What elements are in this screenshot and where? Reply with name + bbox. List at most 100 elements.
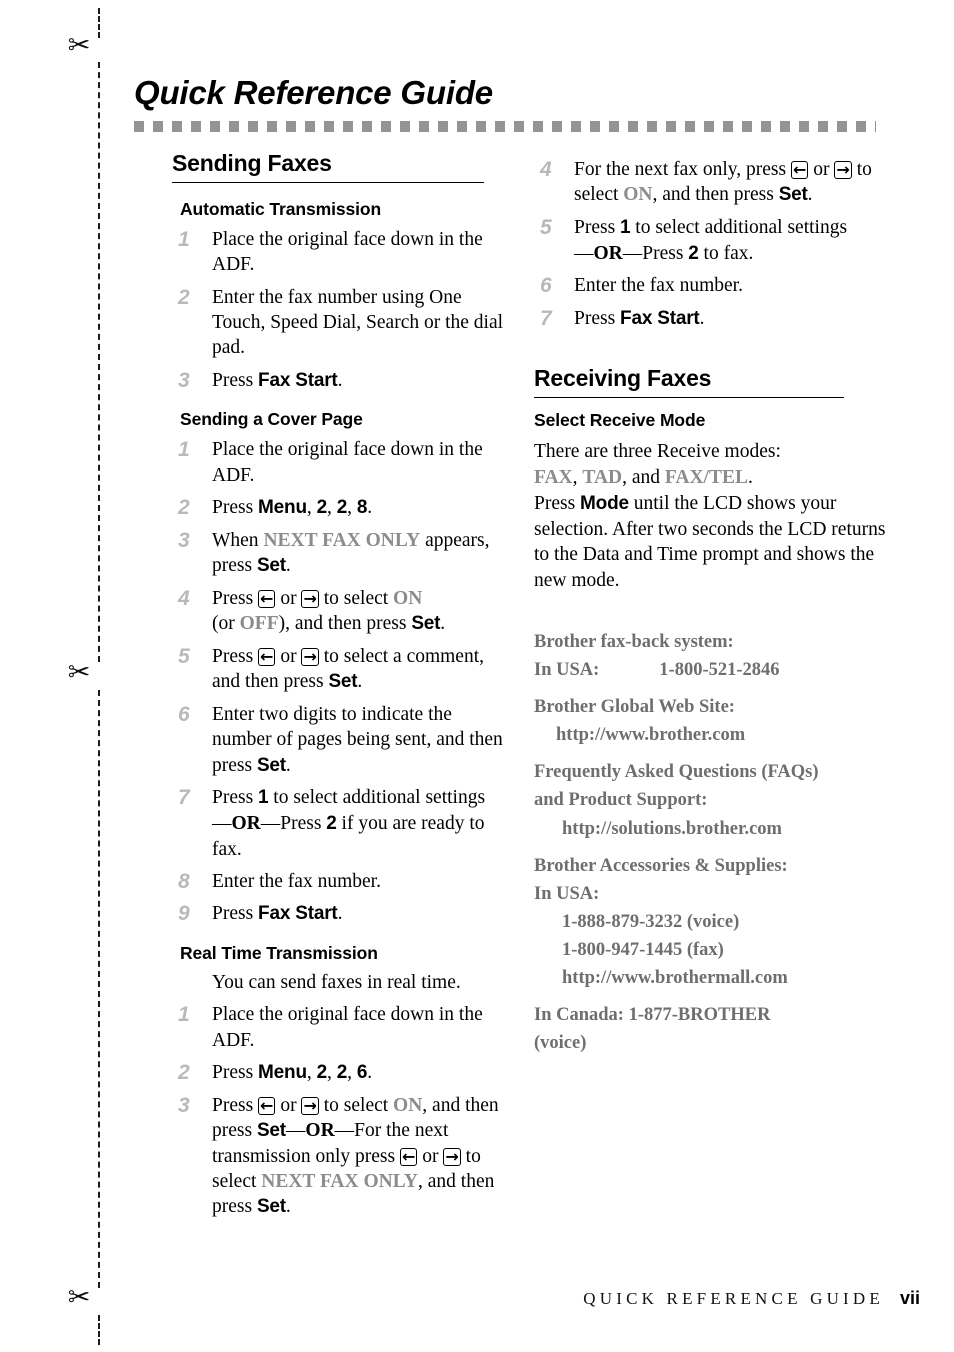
subheading-select-receive-mode: Select Receive Mode	[534, 410, 706, 431]
step-number: 7	[540, 306, 552, 330]
left-arrow-icon[interactable]: ←	[258, 1096, 276, 1115]
list-item: 5 Press ← or → to select a comment, and …	[172, 644, 507, 695]
step-number: 6	[540, 274, 552, 298]
faxback-group: Brother fax-back system: In USA: 1-800-52…	[534, 628, 904, 684]
global-web-group: Brother Global Web Site: http://www.brot…	[534, 693, 904, 749]
right-column: 4 For the next fax only, press ← or → to…	[534, 150, 904, 1066]
faxback-usa-number: 1-800-521-2846	[659, 659, 780, 680]
left-arrow-icon[interactable]: ←	[399, 1147, 418, 1166]
faq-group: Frequently Asked Questions (FAQs) and Pr…	[534, 758, 904, 842]
list-item: 8 Enter the fax number.	[172, 869, 507, 894]
footer-page-number: vii	[899, 1288, 920, 1308]
steps-automatic-transmission: 1 Place the original face down in the AD…	[172, 227, 507, 393]
accessories-usa-label: In USA:	[534, 883, 600, 904]
step-text: Place the original face down in the ADF.	[212, 229, 483, 276]
steps-continued: 4 For the next fax only, press ← or → to…	[534, 157, 904, 331]
step-number: 4	[178, 586, 190, 610]
list-item: 7 Press 1 to select additional settings —…	[172, 785, 507, 862]
accessories-url[interactable]: http://www.brothermall.com	[534, 964, 904, 992]
select-receive-mode-body: There are three Receive modes: FAX, TAD, …	[534, 441, 886, 592]
step-number: 3	[178, 1093, 190, 1117]
subheading-real-time-transmission: Real Time Transmission	[180, 943, 378, 963]
step-text: Press ← or → to select ON, and then pres…	[212, 1094, 504, 1218]
step-text: Press 1 to select additional settings —OR…	[574, 217, 848, 264]
cut-dashed-line	[98, 8, 100, 38]
right-arrow-icon[interactable]: →	[301, 647, 319, 666]
scissors-icon: ✂	[62, 1280, 96, 1314]
list-item: 3 Press Fax Start.	[172, 368, 507, 394]
step-number: 5	[540, 216, 552, 240]
cut-dashed-line	[98, 62, 100, 662]
list-item: 1 Place the original face down in the AD…	[172, 227, 507, 278]
step-number: 2	[178, 285, 190, 309]
faxback-label: Brother fax-back system:	[534, 631, 734, 652]
cut-dashed-line	[98, 690, 100, 1288]
right-arrow-icon[interactable]: →	[443, 1147, 461, 1166]
faq-url[interactable]: http://solutions.brother.com	[534, 815, 904, 843]
list-item: 9 Press Fax Start.	[172, 901, 507, 927]
step-text: Enter the fax number using One Touch, Sp…	[212, 286, 504, 359]
page-title: Quick Reference Guide	[134, 74, 493, 111]
list-item: 2 Enter the fax number using One Touch, …	[172, 285, 507, 361]
step-text: Press Fax Start.	[212, 369, 343, 391]
right-arrow-icon[interactable]: →	[301, 589, 319, 608]
page-content: Quick Reference Guide Sending Faxes Auto…	[130, 0, 954, 1352]
step-number: 2	[178, 496, 190, 520]
left-arrow-icon[interactable]: ←	[258, 647, 276, 666]
accessories-voice-number: 1-888-879-3232 (voice)	[562, 911, 740, 932]
list-item: 2 Press Menu, 2, 2, 8.	[172, 495, 507, 521]
step-number: 6	[178, 702, 190, 726]
step-text: Press ← or → to select ON (or OFF), and t…	[212, 587, 446, 635]
step-number: 1	[178, 228, 190, 251]
global-web-label: Brother Global Web Site:	[534, 697, 735, 718]
global-web-url[interactable]: http://www.brother.com	[534, 721, 904, 749]
accessories-label: Brother Accessories & Supplies:	[534, 855, 788, 876]
footer-title: QUICK REFERENCE GUIDE	[583, 1289, 884, 1308]
cut-margin: ✂ ✂ ✂	[0, 0, 130, 1352]
faxback-usa-line: In USA: 1-800-521-2846	[534, 656, 904, 684]
step-text: Enter two digits to indicate the number …	[212, 703, 503, 776]
right-arrow-icon[interactable]: →	[301, 1096, 319, 1115]
real-time-transmission-intro: You can send faxes in real time.	[212, 972, 461, 993]
step-number: 5	[178, 644, 190, 668]
canada-group: In Canada: 1-877-BROTHER (voice)	[534, 1001, 904, 1057]
step-number: 4	[540, 158, 552, 181]
cut-dashed-line	[98, 1315, 100, 1345]
step-text: Place the original face down in the ADF.	[212, 439, 483, 486]
scissors-icon: ✂	[62, 28, 96, 62]
step-number: 7	[178, 786, 190, 810]
step-text: Press Menu, 2, 2, 6.	[212, 1062, 373, 1084]
section-heading-receiving-faxes: Receiving Faxes	[534, 365, 844, 399]
list-item: 3 When NEXT FAX ONLY appears, press Set.	[172, 528, 507, 579]
left-arrow-icon[interactable]: ←	[258, 589, 276, 608]
faxback-usa-label: In USA:	[534, 659, 600, 680]
step-number: 3	[178, 368, 190, 392]
page-footer: QUICK REFERENCE GUIDE vii	[130, 1288, 920, 1309]
step-text: When NEXT FAX ONLY appears, press Set.	[212, 529, 490, 577]
section-heading-sending-faxes: Sending Faxes	[172, 150, 484, 183]
list-item: 6 Enter two digits to indicate the numbe…	[172, 702, 507, 778]
scissors-icon: ✂	[62, 655, 96, 689]
step-text: Press ← or → to select a comment, and th…	[212, 645, 485, 693]
faq-label-line1: Frequently Asked Questions (FAQs)	[534, 762, 819, 783]
left-arrow-icon[interactable]: ←	[791, 161, 809, 179]
accessories-fax-number: 1-800-947-1445 (fax)	[562, 939, 724, 960]
list-item: 1 Place the original face down in the AD…	[172, 437, 507, 488]
step-text: For the next fax only, press ← or → to s…	[574, 159, 872, 206]
right-arrow-icon[interactable]: →	[834, 161, 852, 179]
left-column: Sending Faxes Automatic Transmission 1 P…	[172, 150, 507, 1220]
list-item: 5 Press 1 to select additional settings —…	[534, 215, 904, 266]
steps-real-time-transmission: 1 Place the original face down in the AD…	[172, 1002, 507, 1220]
title-dotted-rule	[134, 121, 876, 132]
list-item: 3 Press ← or → to select ON, and then pr…	[172, 1093, 507, 1220]
canada-line2: (voice)	[534, 1033, 587, 1054]
step-number: 9	[178, 902, 190, 926]
subheading-automatic-transmission: Automatic Transmission	[180, 199, 382, 219]
step-text: Press Fax Start.	[212, 903, 343, 925]
step-text: Press Fax Start.	[574, 307, 705, 329]
step-number: 2	[178, 1061, 190, 1085]
list-item: 4 For the next fax only, press ← or → to…	[534, 157, 904, 208]
step-text: Enter the fax number.	[574, 275, 743, 297]
step-number: 3	[178, 528, 190, 552]
list-item: 6 Enter the fax number.	[534, 273, 904, 298]
